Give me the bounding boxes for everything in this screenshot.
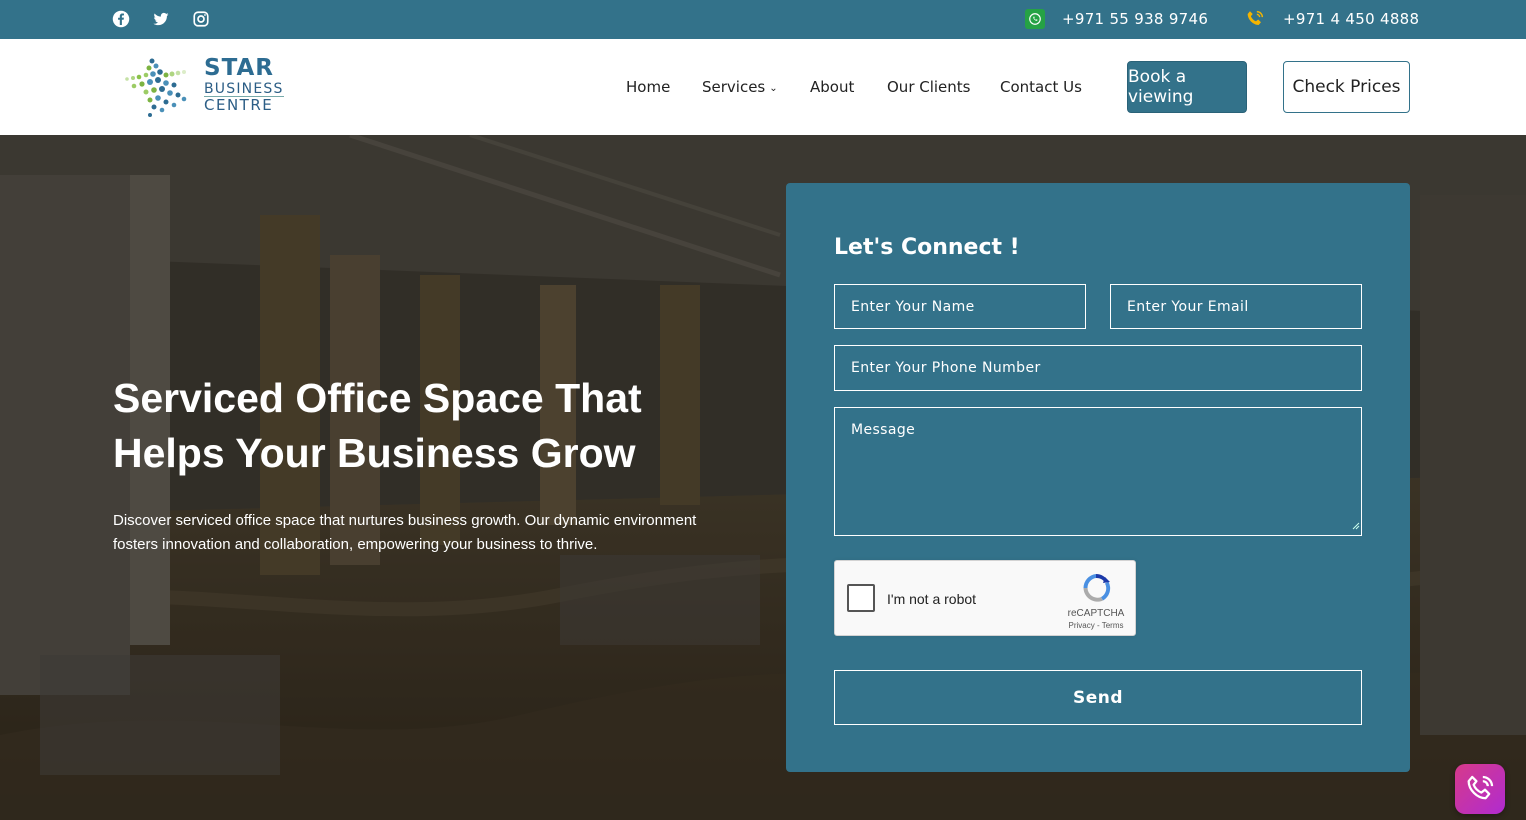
- book-viewing-button[interactable]: Book a viewing: [1127, 61, 1247, 113]
- email-field[interactable]: [1110, 284, 1362, 329]
- logo-star: STAR: [204, 55, 274, 81]
- phone-call-icon: [1467, 775, 1494, 800]
- check-prices-button[interactable]: Check Prices: [1283, 61, 1410, 113]
- contact-form-panel: Let's Connect ! I'm not a robot reCAPTCH…: [786, 183, 1410, 772]
- phone-contact[interactable]: +971 4 450 4888: [1244, 8, 1419, 30]
- whatsapp-contact[interactable]: +971 55 938 9746: [1025, 8, 1208, 30]
- nav-about[interactable]: About: [810, 78, 854, 96]
- hero-title-line-1: Serviced Office Space That: [113, 375, 642, 421]
- star-logo-icon: [125, 58, 187, 117]
- chevron-down-icon: ⌄: [769, 83, 778, 94]
- hero-section: Serviced Office Space That Helps Your Bu…: [0, 135, 1526, 820]
- hero-title-line-2: Helps Your Business Grow: [113, 430, 636, 476]
- nav-home[interactable]: Home: [626, 78, 670, 96]
- recaptcha-logo-icon: [1083, 574, 1111, 602]
- nav-our-clients[interactable]: Our Clients: [887, 78, 971, 96]
- nav-contact-us[interactable]: Contact Us: [1000, 78, 1082, 96]
- hero-description: Discover serviced office space that nurt…: [113, 512, 697, 553]
- message-field[interactable]: [834, 407, 1362, 536]
- phone-field[interactable]: [834, 345, 1362, 391]
- twitter-icon[interactable]: [152, 10, 170, 28]
- instagram-icon[interactable]: [192, 10, 210, 28]
- site-logo[interactable]: STAR BUSINESS CENTRE: [122, 55, 288, 121]
- facebook-icon[interactable]: [112, 10, 130, 28]
- recaptcha-widget: I'm not a robot reCAPTCHA Privacy - Term…: [834, 560, 1136, 636]
- top-bar: +971 55 938 9746 +971 4 450 4888: [0, 0, 1526, 39]
- recaptcha-label: I'm not a robot: [887, 591, 977, 607]
- name-field[interactable]: [834, 284, 1086, 329]
- phone-icon: [1244, 8, 1266, 30]
- logo-business: BUSINESS: [204, 81, 284, 97]
- form-title: Let's Connect !: [834, 235, 1020, 260]
- whatsapp-number[interactable]: +971 55 938 9746: [1062, 10, 1208, 28]
- main-header: STAR BUSINESS CENTRE Home Services ⌄ Abou…: [0, 39, 1526, 135]
- whatsapp-icon: [1025, 9, 1045, 29]
- nav-services[interactable]: Services ⌄: [702, 78, 778, 96]
- resize-handle-icon[interactable]: [1352, 522, 1360, 530]
- logo-text: STAR BUSINESS CENTRE: [204, 57, 284, 113]
- hero-title: Serviced Office Space That Helps Your Bu…: [113, 371, 733, 481]
- phone-number[interactable]: +971 4 450 4888: [1283, 10, 1419, 28]
- floating-call-button[interactable]: [1455, 764, 1505, 814]
- recaptcha-brand: reCAPTCHA: [1067, 608, 1125, 619]
- send-button[interactable]: Send: [834, 670, 1362, 725]
- recaptcha-checkbox[interactable]: [847, 584, 875, 612]
- nav-services-label: Services: [702, 78, 766, 96]
- logo-centre: CENTRE: [204, 96, 284, 113]
- recaptcha-links[interactable]: Privacy - Terms: [1061, 621, 1131, 630]
